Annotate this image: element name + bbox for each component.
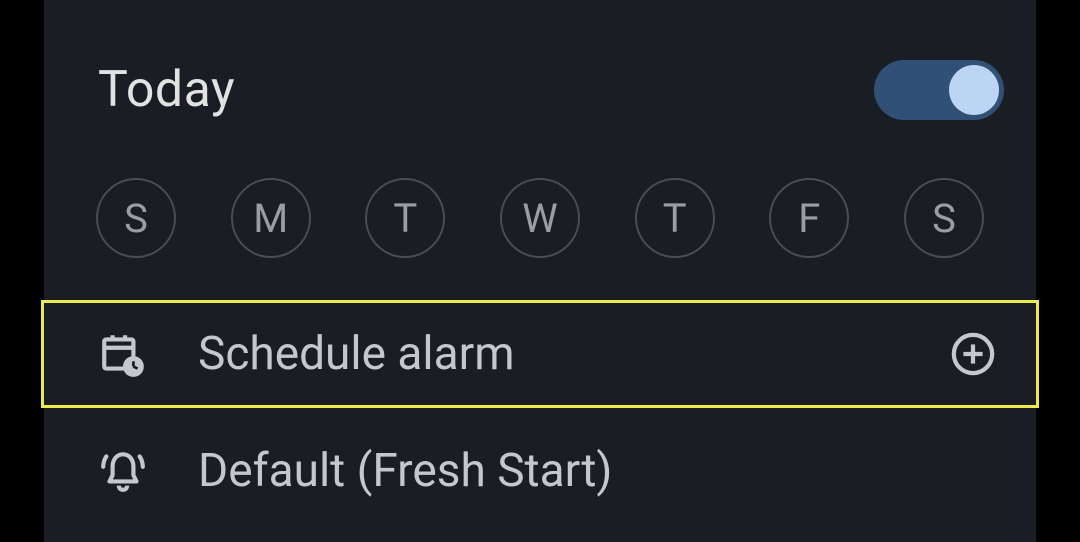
day-wednesday[interactable]: W (500, 178, 580, 258)
day-monday[interactable]: M (231, 178, 311, 258)
bell-icon (98, 446, 148, 496)
days-row: S M T W T F S (44, 140, 1036, 300)
day-tuesday[interactable]: T (365, 178, 445, 258)
day-thursday[interactable]: T (635, 178, 715, 258)
sound-label: Default (Fresh Start) (198, 444, 996, 498)
day-sunday[interactable]: S (96, 178, 176, 258)
day-saturday[interactable]: S (904, 178, 984, 258)
today-label: Today (98, 61, 235, 119)
schedule-alarm-label: Schedule alarm (198, 327, 900, 381)
header-row: Today (44, 0, 1036, 140)
schedule-alarm-row[interactable]: Schedule alarm (41, 300, 1039, 408)
sound-row[interactable]: Default (Fresh Start) (44, 408, 1036, 522)
day-friday[interactable]: F (769, 178, 849, 258)
toggle-knob (949, 65, 999, 115)
calendar-clock-icon (98, 329, 148, 379)
plus-circle-icon[interactable] (950, 331, 996, 377)
alarm-toggle[interactable] (874, 60, 1004, 120)
alarm-card: Today S M T W T F S Schedule alarm (44, 0, 1036, 542)
